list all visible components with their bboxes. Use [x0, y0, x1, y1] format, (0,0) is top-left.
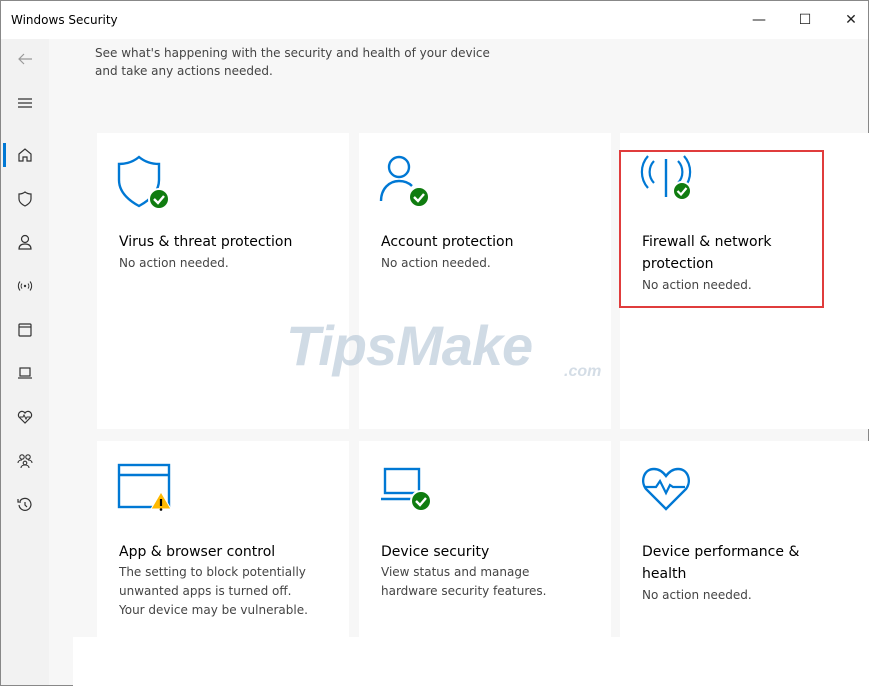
- tile-title: Virus & threat protection: [119, 234, 293, 250]
- tile-status: No action needed.: [381, 256, 491, 270]
- sidebar-item-history[interactable]: [1, 485, 49, 525]
- tile-status: No action needed.: [119, 256, 229, 270]
- menu-button[interactable]: [1, 83, 49, 123]
- app-window-icon: [18, 323, 32, 337]
- tile-title-line-1: Device performance &: [642, 544, 800, 560]
- tile-title: App & browser control: [119, 544, 276, 560]
- windows-security-window: Windows Security — ☐ ✕ See what's happen…: [0, 0, 870, 689]
- minimize-button[interactable]: —: [736, 1, 782, 39]
- sidebar-item-family[interactable]: [1, 441, 49, 481]
- intro-text: See what's happening with the security a…: [95, 44, 555, 80]
- person-icon: [18, 234, 32, 250]
- tile-description-line-1: View status and manage: [381, 565, 530, 579]
- tile-title: Account protection: [381, 234, 514, 250]
- sidebar-item-performance[interactable]: [1, 397, 49, 437]
- sidebar-item-app-browser[interactable]: [1, 310, 49, 350]
- tile-title: Device security: [381, 544, 490, 560]
- tile-app-browser-control[interactable]: App & browser control The setting to blo…: [97, 441, 349, 637]
- title-bar: Windows Security — ☐ ✕: [1, 1, 868, 39]
- bottom-panel: [73, 637, 870, 689]
- history-icon: [17, 497, 32, 511]
- home-icon: [18, 148, 32, 162]
- family-icon: [17, 454, 33, 469]
- window-title: Windows Security: [11, 13, 118, 27]
- tile-description-line-3: Your device may be vulnerable.: [119, 603, 308, 617]
- tile-description-line-2: hardware security features.: [381, 584, 547, 598]
- sidebar: [1, 39, 49, 685]
- account-check-icon: [379, 155, 430, 208]
- sidebar-item-virus-protection[interactable]: [1, 179, 49, 219]
- shield-check-icon: [117, 155, 170, 210]
- close-icon: ✕: [845, 12, 857, 28]
- sidebar-item-home[interactable]: [1, 135, 49, 175]
- heart-pulse-icon: [17, 410, 33, 424]
- back-icon: [18, 53, 32, 65]
- maximize-icon: ☐: [798, 12, 812, 28]
- watermark-suffix: .com: [564, 363, 602, 380]
- tile-title-line-2: health: [642, 566, 687, 582]
- intro-line-1: See what's happening with the security a…: [95, 46, 490, 60]
- tile-status: No action needed.: [642, 588, 752, 602]
- minimize-icon: —: [752, 12, 766, 28]
- tile-description-line-2: unwanted apps is turned off.: [119, 584, 292, 598]
- tile-account-protection[interactable]: Account protection No action needed.: [359, 133, 611, 429]
- laptop-check-icon: [381, 467, 432, 512]
- wireless-icon: [17, 281, 33, 291]
- browser-warning-icon: [117, 463, 172, 511]
- menu-icon: [18, 98, 32, 108]
- sidebar-item-device-security[interactable]: [1, 353, 49, 393]
- sidebar-item-account-protection[interactable]: [1, 222, 49, 262]
- back-button[interactable]: [1, 39, 49, 79]
- heart-pulse-icon: [642, 467, 690, 511]
- tile-device-security[interactable]: Device security View status and manage h…: [359, 441, 611, 637]
- close-button[interactable]: ✕: [828, 1, 870, 39]
- laptop-icon: [18, 367, 32, 379]
- shield-icon: [18, 191, 32, 207]
- tile-virus-threat-protection[interactable]: Virus & threat protection No action need…: [97, 133, 349, 429]
- highlight-box: [619, 150, 824, 308]
- tile-device-performance-health[interactable]: Device performance & health No action ne…: [620, 441, 870, 637]
- maximize-button[interactable]: ☐: [782, 1, 828, 39]
- tile-description-line-1: The setting to block potentially: [119, 565, 306, 579]
- intro-line-2: and take any actions needed.: [95, 64, 273, 78]
- sidebar-item-firewall[interactable]: [1, 266, 49, 306]
- watermark-logo: TipsMake: [286, 314, 533, 377]
